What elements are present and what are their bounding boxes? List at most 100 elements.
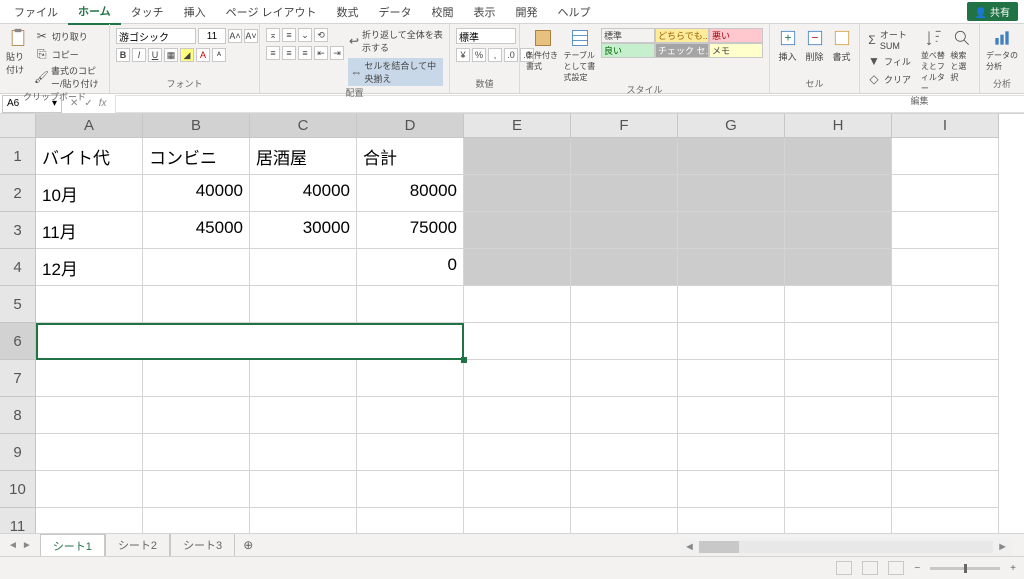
tab-developer[interactable]: 開発 [506, 0, 548, 24]
cell-C9[interactable] [250, 434, 357, 471]
cell-E8[interactable] [464, 397, 571, 434]
cell-B7[interactable] [143, 360, 250, 397]
cell-G8[interactable] [678, 397, 785, 434]
analyze-data-button[interactable]: データの分析 [986, 28, 1018, 72]
phonetic-button[interactable]: ᴬ [212, 48, 226, 62]
cell-D5[interactable] [357, 286, 464, 323]
cell-F4[interactable] [571, 249, 678, 286]
cell-C7[interactable] [250, 360, 357, 397]
cell-B10[interactable] [143, 471, 250, 508]
row-header-4[interactable]: 4 [0, 249, 36, 286]
zoom-slider[interactable] [930, 567, 1000, 570]
style-bad[interactable]: 悪い [709, 28, 763, 43]
cell-A9[interactable] [36, 434, 143, 471]
cell-I4[interactable] [892, 249, 999, 286]
increase-font-button[interactable]: A˄ [228, 29, 242, 43]
sheet-tab-2[interactable]: シート2 [105, 534, 170, 556]
sheet-tab-1[interactable]: シート1 [40, 534, 105, 557]
cell-H4[interactable] [785, 249, 892, 286]
cell-H5[interactable] [785, 286, 892, 323]
cell-I8[interactable] [892, 397, 999, 434]
row-header-6[interactable]: 6 [0, 323, 36, 360]
font-name-select[interactable] [116, 28, 196, 44]
cell-A10[interactable] [36, 471, 143, 508]
tab-home[interactable]: ホーム [68, 0, 121, 25]
cell-A6[interactable] [36, 323, 143, 360]
tab-touch[interactable]: タッチ [121, 0, 174, 24]
cell-I1[interactable] [892, 138, 999, 175]
copy-button[interactable]: ⎘コピー [34, 46, 103, 62]
cell-F2[interactable] [571, 175, 678, 212]
cell-H6[interactable] [785, 323, 892, 360]
percent-button[interactable]: % [472, 48, 486, 62]
cell-E4[interactable] [464, 249, 571, 286]
indent-inc-button[interactable]: ⇥ [330, 46, 344, 60]
cell-D2[interactable]: 80000 [357, 175, 464, 212]
cell-F6[interactable] [571, 323, 678, 360]
comma-button[interactable]: , [488, 48, 502, 62]
zoom-out-button[interactable]: − [914, 563, 920, 574]
clear-button[interactable]: ◇クリア [866, 71, 917, 87]
col-header-C[interactable]: C [250, 114, 357, 138]
cell-I3[interactable] [892, 212, 999, 249]
cell-E10[interactable] [464, 471, 571, 508]
cell-I6[interactable] [892, 323, 999, 360]
autosum-button[interactable]: Σオート SUM [866, 28, 917, 51]
style-check[interactable]: チェック セ... [655, 43, 709, 58]
cell-A1[interactable]: バイト代 [36, 138, 143, 175]
cell-B8[interactable] [143, 397, 250, 434]
cell-B6[interactable] [143, 323, 250, 360]
col-header-I[interactable]: I [892, 114, 999, 138]
cell-A3[interactable]: 11月 [36, 212, 143, 249]
tab-insert[interactable]: 挿入 [174, 0, 216, 24]
border-button[interactable]: ▦ [164, 48, 178, 62]
cell-H9[interactable] [785, 434, 892, 471]
cell-D10[interactable] [357, 471, 464, 508]
cell-F3[interactable] [571, 212, 678, 249]
row-header-9[interactable]: 9 [0, 434, 36, 471]
align-left-button[interactable]: ≡ [266, 46, 280, 60]
orientation-button[interactable]: ⟲ [314, 28, 328, 42]
cell-G5[interactable] [678, 286, 785, 323]
tab-review[interactable]: 校閲 [422, 0, 464, 24]
cell-E2[interactable] [464, 175, 571, 212]
cell-I2[interactable] [892, 175, 999, 212]
cell-I10[interactable] [892, 471, 999, 508]
cell-I7[interactable] [892, 360, 999, 397]
col-header-G[interactable]: G [678, 114, 785, 138]
find-select-button[interactable]: 検索と選択 [950, 28, 973, 83]
cell-B4[interactable] [143, 249, 250, 286]
row-header-3[interactable]: 3 [0, 212, 36, 249]
cell-H2[interactable] [785, 175, 892, 212]
cell-E5[interactable] [464, 286, 571, 323]
row-header-1[interactable]: 1 [0, 138, 36, 175]
tab-data[interactable]: データ [369, 0, 422, 24]
cell-A8[interactable] [36, 397, 143, 434]
cell-D8[interactable] [357, 397, 464, 434]
cell-B5[interactable] [143, 286, 250, 323]
tab-page-layout[interactable]: ページ レイアウト [216, 0, 327, 24]
fill-color-button[interactable]: ◢ [180, 48, 194, 62]
cell-G4[interactable] [678, 249, 785, 286]
view-page-break-button[interactable] [888, 561, 904, 575]
fill-button[interactable]: ▼フィル [866, 53, 917, 69]
cell-C4[interactable] [250, 249, 357, 286]
tab-view[interactable]: 表示 [464, 0, 506, 24]
cell-E3[interactable] [464, 212, 571, 249]
sort-filter-button[interactable]: 並べ替えとフィルター [921, 28, 947, 94]
cell-A4[interactable]: 12月 [36, 249, 143, 286]
style-neutral[interactable]: どちらでも... [655, 28, 709, 43]
format-cells-button[interactable]: 書式 [830, 28, 853, 63]
cell-G3[interactable] [678, 212, 785, 249]
underline-button[interactable]: U [148, 48, 162, 62]
cell-E1[interactable] [464, 138, 571, 175]
decrease-font-button[interactable]: A˅ [244, 29, 258, 43]
merge-center-button[interactable]: ⇔セルを結合して中央揃え [348, 58, 443, 86]
cell-E7[interactable] [464, 360, 571, 397]
tab-help[interactable]: ヘルプ [548, 0, 601, 24]
col-header-D[interactable]: D [357, 114, 464, 138]
cell-E6[interactable] [464, 323, 571, 360]
cell-H10[interactable] [785, 471, 892, 508]
align-middle-button[interactable]: ≡ [282, 28, 296, 42]
cell-D7[interactable] [357, 360, 464, 397]
